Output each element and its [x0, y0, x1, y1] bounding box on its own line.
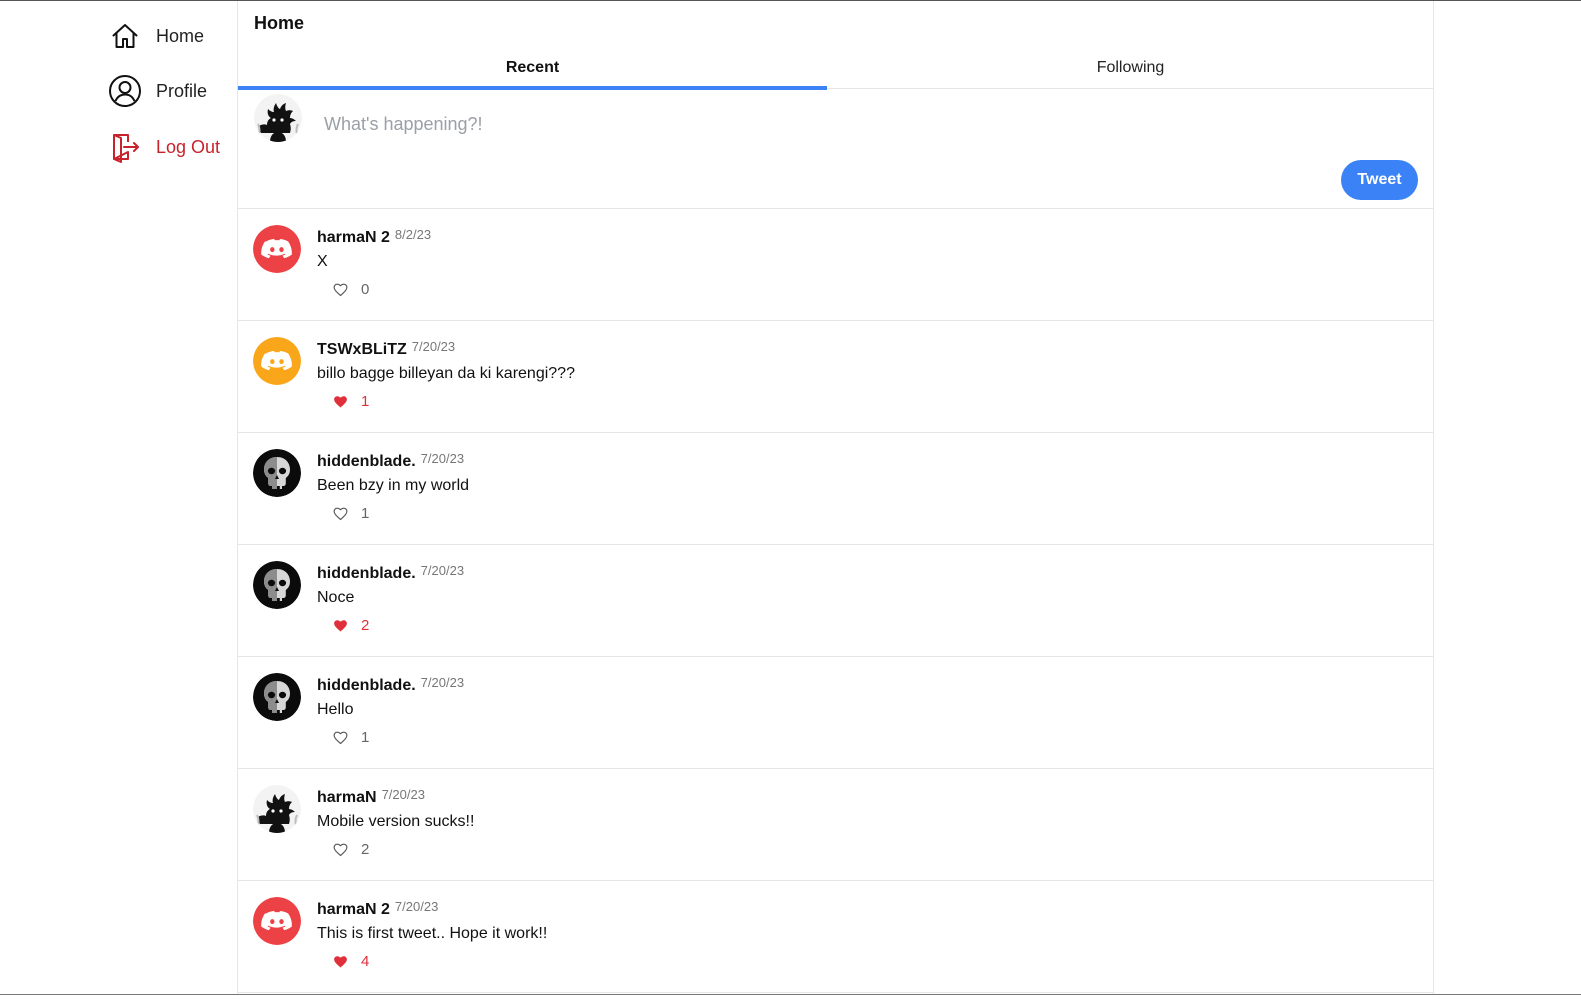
heart-outline-icon	[332, 505, 349, 522]
tweet-item: harmaN 7/20/23 Mobile version sucks!! 2	[238, 769, 1433, 881]
avatar	[253, 673, 301, 721]
tweet-author[interactable]: harmaN 2	[317, 229, 390, 247]
tweet-composer: Tweet	[238, 89, 1433, 209]
avatar	[253, 449, 301, 497]
sidebar-item-label: Home	[156, 25, 205, 46]
home-icon	[108, 19, 142, 53]
like-button[interactable]: 1	[332, 505, 369, 522]
like-count: 0	[361, 281, 370, 298]
like-button[interactable]: 2	[332, 841, 369, 858]
like-count: 2	[361, 617, 370, 634]
tweet-item: TSWxBLiTZ 7/20/23 billo bagge billeyan d…	[238, 321, 1433, 433]
tweet-date: 7/20/23	[420, 563, 465, 578]
tweet-date: 7/20/23	[420, 675, 465, 690]
avatar	[253, 897, 301, 945]
logout-icon	[108, 130, 142, 164]
heart-outline-icon	[332, 729, 349, 746]
like-count: 4	[361, 953, 370, 970]
like-count: 1	[361, 729, 370, 746]
tweet-text: Noce	[317, 589, 355, 606]
heart-filled-icon	[332, 953, 349, 970]
like-button[interactable]: 2	[332, 617, 369, 634]
tweet-item: harmaN 2 7/20/23 This is first tweet.. H…	[238, 881, 1433, 993]
sidebar: Home Profile Log Out	[0, 1, 237, 994]
tweet-author[interactable]: hiddenblade.	[317, 565, 416, 583]
tweet-text: X	[317, 253, 328, 270]
avatar	[253, 337, 301, 385]
tweet-text: Mobile version sucks!!	[317, 813, 475, 830]
tweet-button[interactable]: Tweet	[1341, 160, 1418, 200]
tweet-item: hiddenblade. 7/20/23 Hello 1	[238, 657, 1433, 769]
avatar	[253, 785, 301, 833]
page-title: Home	[254, 13, 305, 33]
tweet-author[interactable]: hiddenblade.	[317, 677, 416, 695]
tweet-date: 7/20/23	[420, 451, 465, 466]
tweet-input[interactable]	[318, 107, 1218, 141]
tweet-item: hiddenblade. 7/20/23 Noce 2	[238, 545, 1433, 657]
sidebar-item-label: Log Out	[156, 136, 221, 157]
tweet-text: Hello	[317, 701, 354, 718]
tab-label: Following	[1096, 58, 1165, 76]
like-button[interactable]: 0	[332, 281, 369, 298]
like-count: 1	[361, 505, 370, 522]
tweet-author[interactable]: hiddenblade.	[317, 453, 416, 471]
tweet-date: 8/2/23	[394, 227, 432, 242]
tab-recent[interactable]: Recent	[238, 46, 827, 90]
heart-filled-icon	[332, 617, 349, 634]
sidebar-item-home[interactable]: Home	[108, 16, 204, 56]
tweet-date: 7/20/23	[394, 899, 439, 914]
tweet-author[interactable]: harmaN	[317, 789, 377, 807]
profile-icon	[108, 74, 142, 108]
heart-outline-icon	[332, 281, 349, 298]
like-button[interactable]: 4	[332, 953, 369, 970]
tab-label: Recent	[505, 58, 560, 76]
tweet-item: hiddenblade. 7/20/23 Been bzy in my worl…	[238, 433, 1433, 545]
avatar	[253, 225, 301, 273]
like-count: 1	[361, 393, 370, 410]
window-bottom-border	[0, 994, 1581, 995]
like-button[interactable]: 1	[332, 729, 369, 746]
heart-filled-icon	[332, 393, 349, 410]
tweet-date: 7/20/23	[381, 787, 425, 802]
feed-tabs: Recent Following	[238, 46, 1433, 90]
sidebar-item-label: Profile	[156, 80, 208, 101]
like-button[interactable]: 1	[332, 393, 369, 410]
tweet-text: billo bagge billeyan da ki karengi???	[317, 365, 575, 382]
sidebar-item-logout[interactable]: Log Out	[108, 127, 220, 167]
heart-outline-icon	[332, 841, 349, 858]
tab-following[interactable]: Following	[827, 46, 1433, 89]
tweet-feed: harmaN 2 8/2/23 X 0 TSWxBLiTZ 7/20/23 bi…	[238, 209, 1433, 993]
avatar	[253, 561, 301, 609]
like-count: 2	[361, 841, 370, 858]
tweet-item: harmaN 2 8/2/23 X 0	[238, 209, 1433, 321]
tweet-text: Been bzy in my world	[317, 477, 470, 494]
tweet-author[interactable]: harmaN 2	[317, 901, 390, 919]
sidebar-item-profile[interactable]: Profile	[108, 71, 207, 111]
avatar	[254, 94, 302, 142]
main-column: Home Recent Following Tweet harmaN 2 8/2…	[237, 1, 1434, 994]
tweet-text: This is first tweet.. Hope it work!!	[317, 925, 548, 942]
tweet-date: 7/20/23	[411, 339, 456, 354]
tweet-author[interactable]: TSWxBLiTZ	[317, 341, 407, 359]
